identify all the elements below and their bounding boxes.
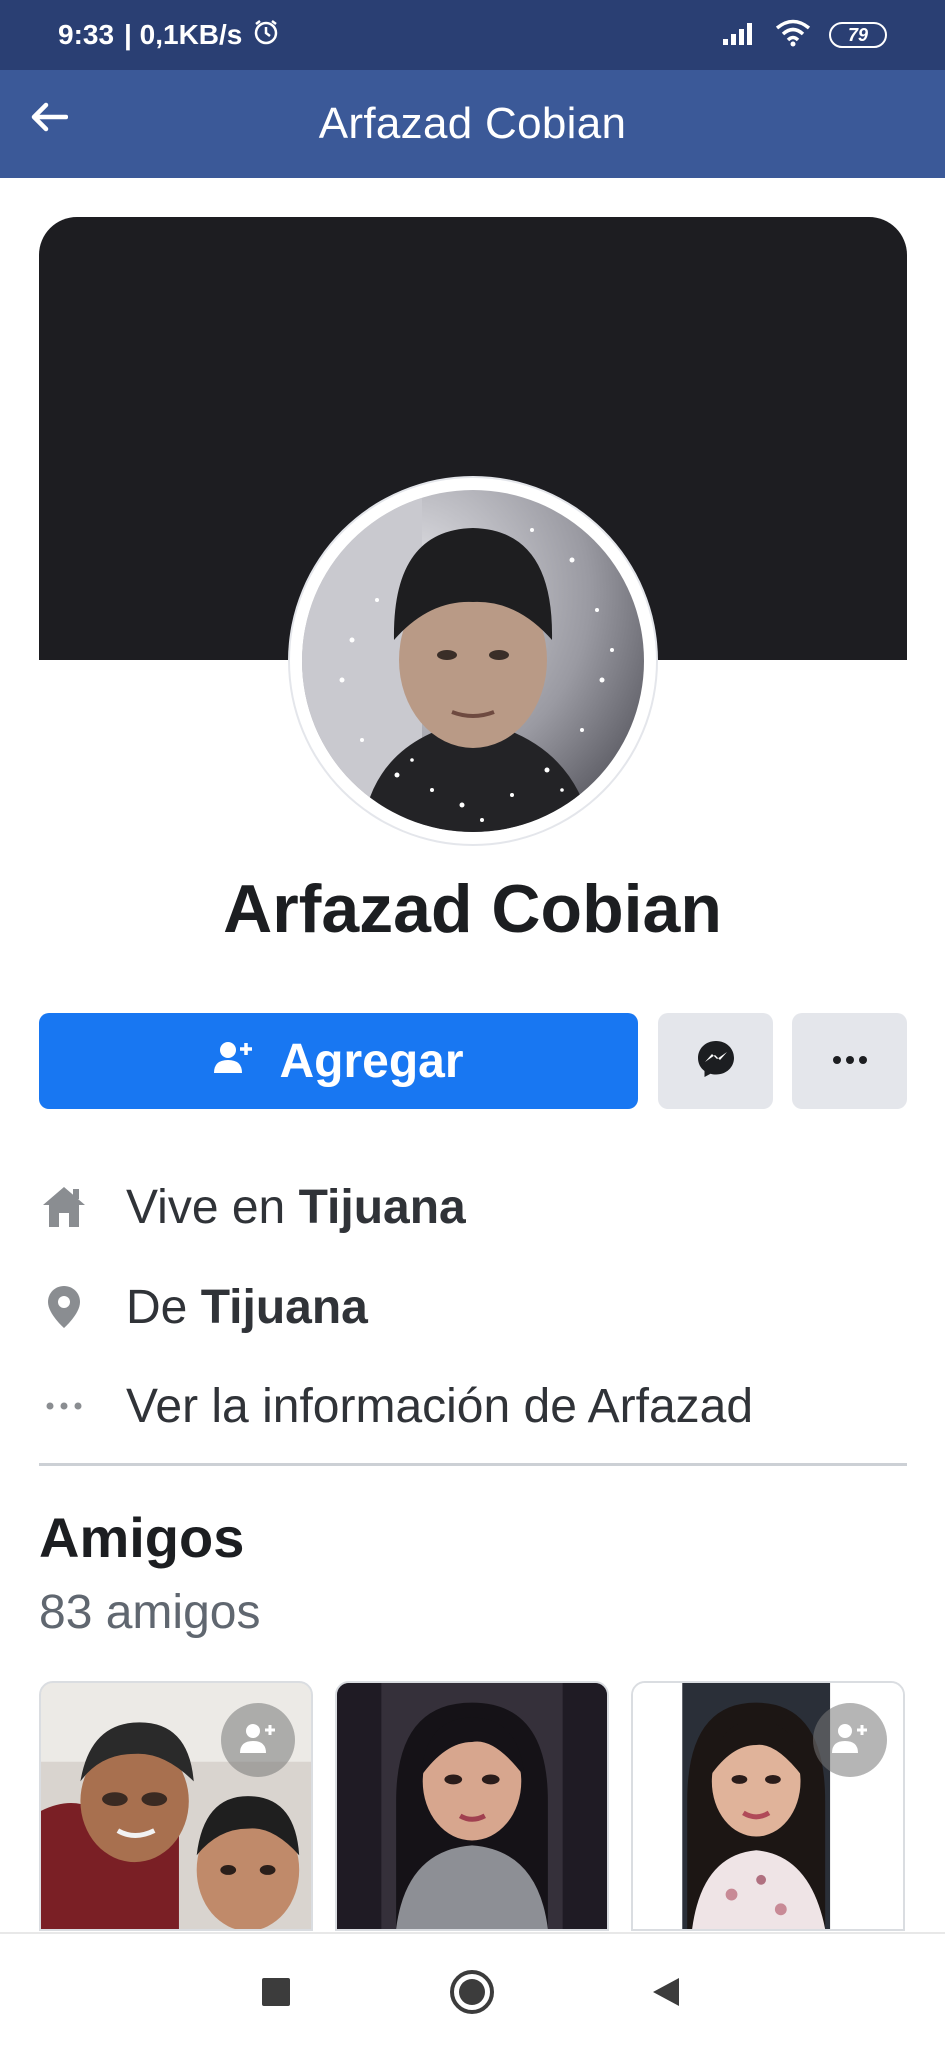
info-lives-text: Vive en Tijuana	[126, 1180, 466, 1235]
add-friend-icon	[831, 1721, 869, 1760]
profile-avatar[interactable]	[290, 478, 656, 844]
add-friend-badge[interactable]	[813, 1703, 887, 1777]
friends-title[interactable]: Amigos	[39, 1505, 244, 1570]
circle-icon	[449, 1969, 495, 2020]
add-friend-label: Agregar	[279, 1034, 464, 1088]
wifi-icon	[775, 19, 811, 52]
signal-icon	[723, 21, 757, 50]
friend-card[interactable]	[631, 1681, 905, 1931]
status-bar: 9:33 | 0,1KB/s 79	[0, 0, 945, 70]
add-friend-icon	[239, 1721, 277, 1760]
status-left: 9:33 | 0,1KB/s	[58, 18, 280, 53]
header-title: Arfazad Cobian	[318, 99, 627, 148]
triangle-back-icon	[651, 1976, 681, 2013]
info-from: De Tijuana	[39, 1272, 907, 1342]
friend-card[interactable]	[39, 1681, 313, 1931]
status-speed: | 0,1KB/s	[124, 19, 243, 50]
app-header: Arfazad Cobian	[0, 70, 945, 178]
add-friend-badge[interactable]	[221, 1703, 295, 1777]
home-icon	[39, 1182, 89, 1232]
recent-apps-button[interactable]	[246, 1964, 306, 2024]
info-lives-in: Vive en Tijuana	[39, 1172, 907, 1242]
lives-prefix: Vive en	[126, 1180, 286, 1234]
nav-back-button[interactable]	[636, 1964, 696, 2024]
see-about-label: Ver la información de Arfazad	[126, 1379, 754, 1433]
more-button[interactable]	[792, 1013, 907, 1109]
friends-count: 83 amigos	[39, 1586, 261, 1639]
friend-photo	[337, 1683, 607, 1929]
message-button[interactable]	[658, 1013, 773, 1109]
profile-picture	[302, 490, 644, 832]
divider	[39, 1463, 907, 1466]
battery-icon: 79	[829, 22, 887, 48]
messenger-icon	[695, 1038, 737, 1085]
from-prefix: De	[126, 1280, 188, 1334]
friend-card[interactable]	[335, 1681, 609, 1931]
see-about-link[interactable]: Ver la información de Arfazad	[39, 1371, 907, 1441]
system-nav-bar	[0, 1932, 945, 2048]
square-icon	[262, 1977, 290, 2011]
add-friend-icon	[213, 1039, 253, 1084]
info-from-text: De Tijuana	[126, 1280, 368, 1335]
battery-level: 79	[847, 24, 869, 45]
profile-name: Arfazad Cobian	[223, 871, 722, 947]
lives-city[interactable]: Tijuana	[299, 1181, 466, 1234]
location-pin-icon	[39, 1282, 89, 1332]
alarm-icon	[252, 18, 280, 53]
more-icon	[832, 1052, 868, 1070]
home-button[interactable]	[442, 1964, 502, 2024]
more-dots-icon	[39, 1381, 89, 1431]
from-city[interactable]: Tijuana	[201, 1281, 368, 1334]
status-time: 9:33	[58, 19, 115, 50]
add-friend-button[interactable]: Agregar	[39, 1013, 638, 1109]
back-button[interactable]	[24, 94, 74, 144]
back-arrow-icon	[30, 101, 69, 138]
status-right: 79	[723, 19, 887, 52]
